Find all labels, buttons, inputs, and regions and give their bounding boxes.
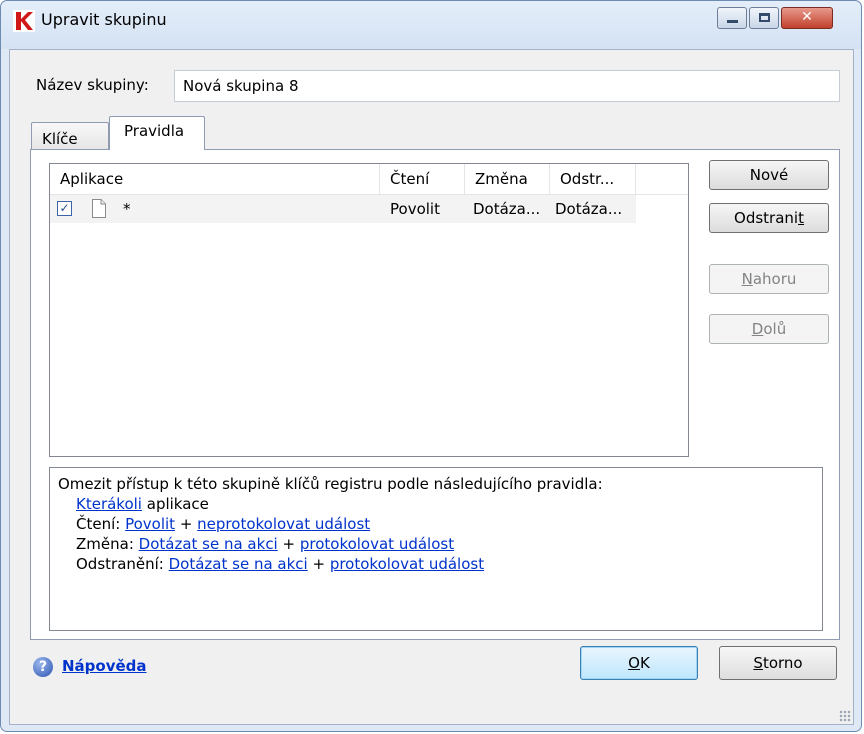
description-delete-line: Odstranění: Dotázat se na akci + protoko… (58, 554, 814, 574)
application-link[interactable]: Kterákoli (76, 495, 142, 513)
title-bar[interactable]: Upravit skupinu ✕ (1, 1, 861, 49)
file-icon (92, 199, 106, 218)
minimize-icon (727, 20, 738, 23)
maximize-button[interactable] (749, 7, 779, 29)
maximize-icon (759, 13, 770, 22)
rule-description: Omezit přístup k této skupině klíčů regi… (49, 467, 823, 631)
delete-label: Odstranění: (76, 555, 169, 573)
kaspersky-logo-icon (13, 10, 35, 32)
tab-rules[interactable]: Pravidla (109, 116, 205, 150)
dialog-client-area: Název skupiny: Klíče Pravidla Aplikace Č… (9, 49, 854, 725)
rules-tab-panel: Aplikace Čtení Změna Odstr... ✓ * Povoli… (30, 149, 840, 640)
delete-plus: + (307, 555, 330, 573)
move-down-label: olů (763, 320, 787, 338)
delete-log-link[interactable]: protokolovat událost (330, 555, 484, 573)
cell-delete: Dotáza... (555, 200, 623, 218)
cell-change: Dotáza... (473, 200, 541, 218)
change-log-link[interactable]: protokolovat událost (300, 535, 454, 553)
read-action-link[interactable]: Povolit (125, 515, 175, 533)
column-header-application[interactable]: Aplikace (50, 164, 380, 194)
table-row[interactable]: ✓ * Povolit Dotáza... Dotáza... (50, 195, 636, 223)
close-icon: ✕ (801, 9, 813, 25)
change-plus: + (277, 535, 300, 553)
read-log-link[interactable]: neprotokolovat událost (197, 515, 370, 533)
description-read-line: Čtení: Povolit + neprotokolovat událost (58, 514, 814, 534)
help-link[interactable]: Nápověda (62, 657, 147, 675)
move-up-button[interactable]: Nahoru (709, 264, 829, 294)
cell-read: Povolit (390, 200, 440, 218)
resize-grip[interactable] (839, 710, 851, 722)
description-app-line: Kterákoli aplikace (58, 494, 814, 514)
move-up-accesskey: N (741, 270, 753, 288)
cancel-label: torno (762, 654, 803, 672)
group-name-label: Název skupiny: (36, 76, 149, 94)
ok-button[interactable]: OK (580, 646, 698, 680)
cell-application: * (123, 200, 131, 218)
list-header: Aplikace Čtení Změna Odstr... (50, 164, 688, 195)
cancel-button[interactable]: Storno (719, 646, 837, 680)
read-label: Čtení: (76, 515, 126, 533)
group-name-input[interactable] (174, 70, 840, 102)
move-down-accesskey: D (751, 320, 764, 338)
minimize-button[interactable] (717, 7, 747, 29)
remove-label: Odstrani (734, 209, 799, 227)
change-action-link[interactable]: Dotázat se na akci (139, 535, 278, 553)
column-header-read[interactable]: Čtení (380, 164, 465, 194)
ok-accesskey: O (628, 654, 640, 672)
description-intro: Omezit přístup k této skupině klíčů regi… (58, 475, 603, 493)
dialog-window: Upravit skupinu ✕ Název skupiny: Klíče P… (0, 0, 862, 732)
description-change-line: Změna: Dotázat se na akci + protokolovat… (58, 534, 814, 554)
move-up-label: ahoru (752, 270, 797, 288)
help-icon[interactable]: ? (33, 657, 53, 677)
change-label: Změna: (76, 535, 139, 553)
rule-enabled-checkbox[interactable]: ✓ (57, 201, 72, 216)
remove-button[interactable]: Odstranit (709, 203, 829, 233)
delete-action-link[interactable]: Dotázat se na akci (169, 555, 308, 573)
window-title: Upravit skupinu (41, 10, 167, 29)
remove-accesskey: t (798, 209, 804, 227)
tab-keys[interactable]: Klíče (31, 122, 109, 149)
close-button[interactable]: ✕ (781, 7, 833, 29)
move-down-button[interactable]: Dolů (709, 314, 829, 344)
application-text: aplikace (141, 495, 209, 513)
cancel-accesskey: S (753, 654, 763, 672)
new-button[interactable]: Nové (709, 160, 829, 190)
read-plus: + (175, 515, 198, 533)
rules-list[interactable]: Aplikace Čtení Změna Odstr... ✓ * Povoli… (49, 163, 689, 457)
ok-label: K (639, 654, 650, 672)
column-header-change[interactable]: Změna (465, 164, 550, 194)
column-header-delete[interactable]: Odstr... (550, 164, 636, 194)
